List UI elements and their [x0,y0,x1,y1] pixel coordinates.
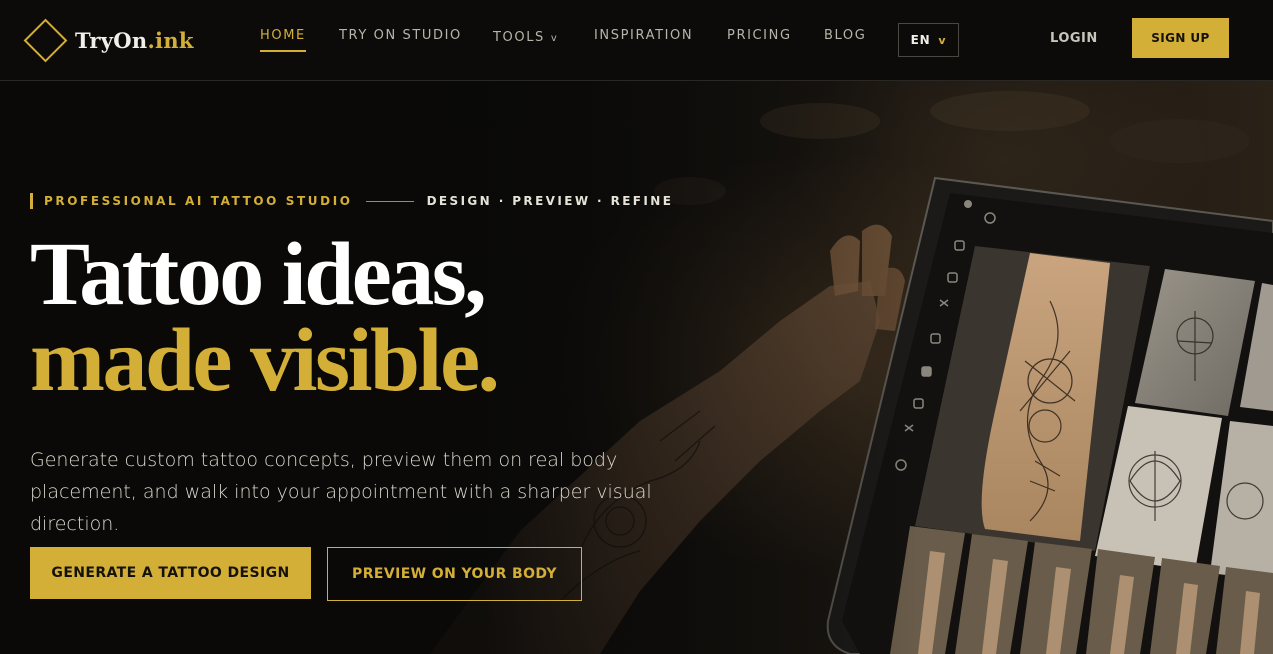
headline-line1: Tattoo ideas, [30,225,487,324]
nav-pricing-label: PRICING [727,28,792,43]
language-selector[interactable]: EN v [898,23,959,57]
generate-tattoo-design-button[interactable]: GENERATE A TATTOO DESIGN [30,547,311,599]
logo-text: TryOn.ink [75,28,194,53]
nav-blog-label: BLOG [824,28,867,43]
diamond-logo-icon [23,18,68,62]
eyebrow-divider [365,200,414,202]
chevron-down-icon: v [938,33,947,47]
headline-line2: made visible. [30,311,500,410]
eyebrow-text: PROFESSIONAL AI TATTOO STUDIO [44,194,353,208]
signup-button[interactable]: SIGN UP [1132,18,1229,58]
hero-eyebrow: PROFESSIONAL AI TATTOO STUDIO DESIGN · P… [30,193,673,209]
hero-subcopy: Generate custom tattoo concepts, preview… [30,449,652,535]
nav-try-on-studio-label: TRY ON STUDIO [339,28,462,43]
hero-headline: Tattoo ideas, made visible. [30,225,500,410]
logo-name-main: TryOn [75,27,148,53]
chevron-down-icon: v [550,33,559,44]
nav-home-label: HOME [260,28,306,43]
logo-name-accent: .ink [147,27,194,53]
nav-tools-label: TOOLS [493,30,545,45]
logo[interactable]: TryOn.ink [23,18,194,62]
eyebrow-subtitle: DESIGN · PREVIEW · REFINE [426,194,674,208]
eyebrow-accent-bar [30,193,33,209]
site-header: TryOn.ink HOME TRY ON STUDIO TOOLS v INSP… [0,0,1273,81]
preview-on-body-button[interactable]: PREVIEW ON YOUR BODY [327,547,582,601]
nav-home[interactable]: HOME [260,28,306,52]
nav-tools[interactable]: TOOLS v [493,30,558,45]
login-link[interactable]: LOGIN [1050,31,1098,46]
nav-inspiration-label: INSPIRATION [594,28,694,43]
nav-inspiration[interactable]: INSPIRATION [594,28,693,43]
nav-try-on-studio[interactable]: TRY ON STUDIO [339,28,462,43]
nav-pricing[interactable]: PRICING [727,28,792,43]
language-label: EN [910,33,931,47]
nav-blog[interactable]: BLOG [824,28,866,43]
